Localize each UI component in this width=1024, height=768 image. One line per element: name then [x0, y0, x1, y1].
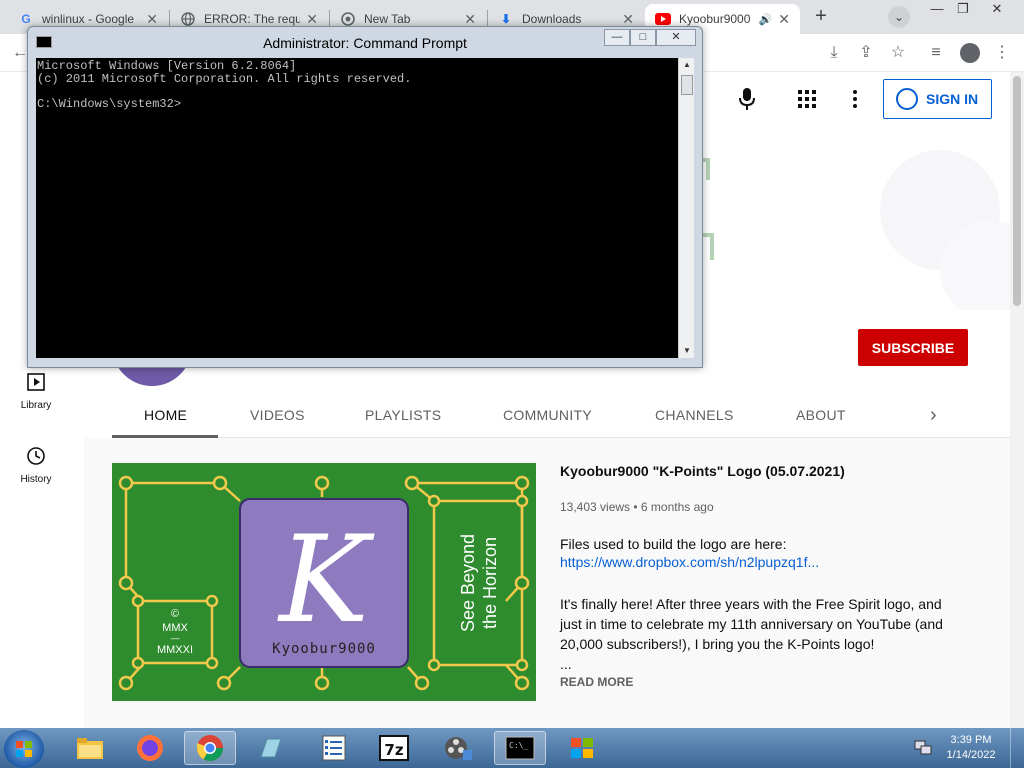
cmd-window-controls: — □ ✕ — [604, 29, 696, 47]
cmd-prompt-line: C:\Windows\system32> — [37, 96, 182, 111]
cmd-scrollbar[interactable]: ▲ ▼ — [678, 58, 694, 358]
media-control-icon[interactable]: ≡ — [926, 43, 946, 63]
glass-app-icon — [260, 738, 282, 758]
svg-text:7z: 7z — [384, 741, 403, 759]
thumb-copyright: © — [171, 608, 179, 620]
featured-video-link[interactable]: https://www.dropbox.com/sh/n2lpupzq1f... — [560, 554, 819, 570]
svg-text:C:\_: C:\_ — [509, 741, 528, 750]
close-icon[interactable]: ✕ — [146, 11, 158, 28]
taskbar-firefox[interactable] — [124, 731, 176, 765]
apps-grid-icon[interactable] — [797, 89, 817, 109]
maximize-button[interactable]: ❐ — [950, 2, 976, 18]
scroll-up-arrow-icon[interactable]: ▲ — [679, 58, 695, 72]
folder-icon — [77, 738, 103, 759]
taskbar-app-glass[interactable] — [244, 731, 296, 765]
more-options-icon[interactable] — [852, 89, 858, 109]
taskbar-task-list[interactable] — [308, 731, 360, 765]
featured-video-thumbnail[interactable]: K Kyoobur9000 © MMX — MMXXI See Beyond t… — [112, 463, 536, 701]
command-prompt-window[interactable]: Administrator: Command Prompt — □ ✕ Micr… — [27, 26, 703, 368]
featured-video-title[interactable]: Kyoobur9000 "K-Points" Logo (05.07.2021) — [560, 463, 980, 479]
taskbar-clock[interactable]: 3:39 PM 1/14/2022 — [940, 733, 1002, 763]
tab-community[interactable]: COMMUNITY — [503, 407, 592, 423]
tab-home[interactable]: HOME — [144, 407, 187, 423]
taskbar-windows-flag[interactable] — [556, 731, 608, 765]
history-icon — [26, 446, 46, 466]
start-button[interactable] — [4, 730, 44, 768]
cmd-scrollbar-thumb[interactable] — [681, 75, 693, 95]
tab-playlists[interactable]: PLAYLISTS — [365, 407, 441, 423]
google-icon: G — [21, 12, 31, 26]
film-reel-icon — [445, 737, 472, 760]
minimize-button[interactable]: — — [924, 2, 950, 18]
install-icon[interactable]: ⤓ — [824, 43, 844, 63]
checklist-icon — [322, 735, 346, 761]
cmd-line: Microsoft Windows [Version 6.2.8064] — [37, 59, 297, 73]
download-icon: ⬇ — [500, 12, 512, 26]
featured-video-meta: 13,403 views • 6 months ago — [560, 500, 714, 514]
thumb-slogan-line1: See Beyond — [458, 534, 478, 632]
windows-flag-icon — [571, 738, 593, 758]
thumb-monogram: K — [277, 511, 375, 650]
cmd-icon: C:\_ — [505, 736, 535, 760]
sidebar-item-history[interactable]: History — [8, 446, 64, 485]
speaker-icon[interactable]: 🔊 — [759, 13, 773, 26]
windows-logo-icon — [16, 741, 32, 757]
thumb-year-end: MMXXI — [157, 644, 193, 656]
library-icon — [26, 372, 46, 392]
subscribe-button[interactable]: SUBSCRIBE — [858, 329, 968, 366]
taskbar-cmd[interactable]: C:\_ — [494, 731, 546, 765]
page-scrollbar-thumb[interactable] — [1013, 76, 1021, 306]
close-icon[interactable]: ✕ — [778, 11, 790, 28]
cmd-minimize-button[interactable]: — — [604, 29, 630, 46]
cmd-line — [37, 85, 678, 98]
new-tab-button[interactable]: + — [810, 6, 832, 28]
cmd-maximize-button[interactable]: □ — [630, 29, 656, 46]
taskbar-explorer[interactable] — [64, 731, 116, 765]
7zip-icon: 7z — [379, 735, 409, 761]
chrome-menu-icon[interactable]: ⋮ — [992, 43, 1012, 63]
scroll-down-arrow-icon[interactable]: ▼ — [679, 344, 695, 358]
channel-banner — [700, 150, 1010, 310]
globe-icon — [180, 11, 196, 27]
cmd-window-title: Administrator: Command Prompt — [263, 35, 467, 51]
featured-video-paragraph: It's finally here! After three years wit… — [560, 596, 943, 652]
tab-search-button[interactable]: ⌄ — [888, 6, 910, 28]
featured-video-ellipsis: ... — [560, 656, 572, 672]
clock-time: 3:39 PM — [950, 734, 992, 746]
profile-avatar[interactable] — [960, 43, 980, 63]
microphone-icon[interactable] — [736, 86, 758, 112]
account-icon — [896, 88, 918, 110]
taskbar-chrome[interactable] — [184, 731, 236, 765]
read-more-button[interactable]: READ MORE — [560, 675, 633, 689]
sign-in-button[interactable]: SIGN IN — [883, 79, 992, 119]
cmd-line: (c) 2011 Microsoft Corporation. All righ… — [37, 71, 412, 86]
close-icon[interactable]: ✕ — [622, 11, 634, 28]
bookmark-star-icon[interactable]: ☆ — [888, 43, 908, 63]
sidebar-item-library[interactable]: Library — [8, 372, 64, 411]
youtube-icon — [655, 11, 671, 27]
share-icon[interactable]: ⇪ — [856, 43, 876, 63]
featured-video-desc-intro: Files used to build the logo are here: — [560, 536, 787, 552]
close-icon[interactable]: ✕ — [306, 11, 318, 28]
taskbar-7zip[interactable]: 7z — [368, 731, 420, 765]
chevron-right-icon[interactable]: › — [930, 404, 937, 427]
chrome-icon — [340, 11, 356, 27]
cmd-console-output[interactable]: Microsoft Windows [Version 6.2.8064] (c) … — [36, 58, 678, 358]
thumb-signature: Kyoobur9000 — [272, 641, 376, 657]
tab-videos[interactable]: VIDEOS — [250, 407, 305, 423]
network-icon[interactable] — [914, 740, 932, 756]
thumb-slogan-line2: the Horizon — [480, 537, 500, 629]
close-icon[interactable]: ✕ — [464, 11, 476, 28]
tab-about[interactable]: ABOUT — [796, 407, 846, 423]
taskbar-media[interactable] — [432, 731, 484, 765]
tab-channels[interactable]: CHANNELS — [655, 407, 734, 423]
clock-date: 1/14/2022 — [946, 749, 996, 761]
firefox-icon — [137, 735, 163, 761]
close-window-button[interactable]: ✕ — [984, 2, 1010, 18]
thumb-dash: — — [171, 633, 180, 643]
show-desktop-button[interactable] — [1010, 728, 1024, 768]
chrome-icon — [196, 735, 224, 762]
cmd-close-button[interactable]: ✕ — [656, 29, 696, 46]
